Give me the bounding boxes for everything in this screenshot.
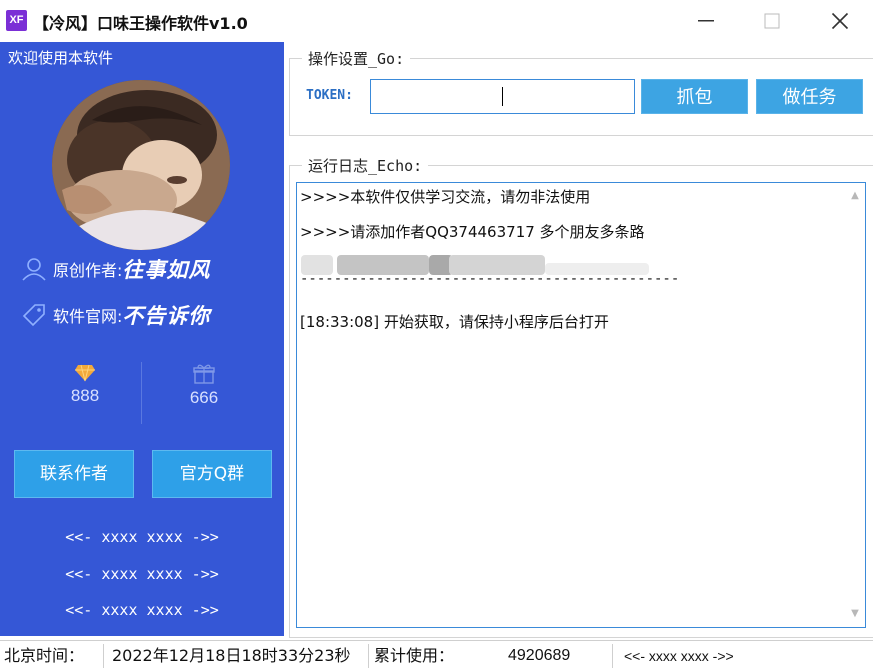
author-label: 原创作者: [53, 261, 123, 280]
avatar [52, 80, 230, 250]
usage-count-label: 累计使用： [374, 646, 455, 665]
token-label: TOKEN: [306, 88, 353, 103]
log-legend: 运行日志_Echo: [302, 155, 429, 176]
diamond-stat: 888 [30, 364, 140, 406]
diamond-count: 888 [70, 386, 100, 405]
scroll-up-icon[interactable]: ▲ [848, 189, 862, 203]
log-textarea[interactable]: >>>>本软件仅供学习交流，请勿非法使用 >>>>请添加作者QQ37446371… [296, 182, 866, 628]
placeholder-link-1[interactable]: <<- xxxx xxxx ->> [0, 528, 284, 546]
contact-author-button[interactable]: 联系作者 [14, 450, 134, 498]
minimize-icon [698, 20, 714, 22]
scroll-down-icon[interactable]: ▼ [848, 607, 862, 621]
settings-legend: 操作设置_Go: [302, 48, 411, 69]
log-line: >>>>本软件仅供学习交流，请勿非法使用 [300, 188, 591, 206]
log-line: >>>>请添加作者QQ374463717 多个朋友多条路 [300, 223, 645, 241]
app-logo-icon: XF [6, 10, 27, 31]
usage-count-value: 4920689 [508, 647, 571, 664]
user-icon [21, 256, 47, 282]
tag-icon [21, 302, 47, 328]
window-title: 【冷风】口味王操作软件v1.0 [33, 14, 248, 33]
log-separator: ----------------------------------------… [300, 271, 680, 287]
status-extra-link[interactable]: <<- xxxx xxxx ->> [624, 641, 864, 670]
site-label: 软件官网: [53, 307, 123, 326]
gift-icon [193, 364, 215, 384]
sidebar: 欢迎使用本软件 原创作者: 往事如风 软件官网: 不告诉你 888 666 联系… [0, 42, 284, 636]
status-bar: 北京时间： 2022年12月18日18时33分23秒 累计使用： 4920689… [0, 640, 873, 670]
close-icon [831, 12, 849, 30]
beijing-time-label: 北京时间： [4, 646, 85, 665]
do-task-button[interactable]: 做任务 [756, 79, 863, 114]
log-line: [18:33:08] 开始获取，请保持小程序后台打开 [300, 313, 609, 331]
stat-divider [141, 362, 142, 424]
site-row: 软件官网: 不告诉你 [21, 300, 210, 330]
official-group-button[interactable]: 官方Q群 [152, 450, 272, 498]
beijing-time-value: 2022年12月18日18时33分23秒 [112, 646, 351, 665]
placeholder-link-3[interactable]: <<- xxxx xxxx ->> [0, 601, 284, 619]
status-separator [612, 644, 613, 668]
gift-stat: 666 [149, 364, 259, 408]
status-separator [103, 644, 104, 668]
site-value: 不告诉你 [122, 303, 211, 328]
gift-count: 666 [189, 388, 219, 407]
app-window: XF 【冷风】口味王操作软件v1.0 欢迎使用本软件 原创作者: 往事如风 软件… [0, 0, 873, 670]
close-button[interactable] [810, 0, 870, 42]
author-value: 往事如风 [122, 257, 211, 282]
author-row: 原创作者: 往事如风 [21, 254, 210, 284]
maximize-button[interactable] [742, 0, 802, 42]
title-bar[interactable]: XF 【冷风】口味王操作软件v1.0 [0, 0, 873, 42]
capture-button[interactable]: 抓包 [641, 79, 748, 114]
placeholder-link-2[interactable]: <<- xxxx xxxx ->> [0, 565, 284, 583]
status-separator [368, 644, 369, 668]
welcome-text: 欢迎使用本软件 [8, 49, 114, 67]
minimize-button[interactable] [676, 0, 736, 42]
text-caret [502, 87, 503, 106]
diamond-icon [75, 364, 95, 382]
maximize-icon [764, 13, 780, 29]
